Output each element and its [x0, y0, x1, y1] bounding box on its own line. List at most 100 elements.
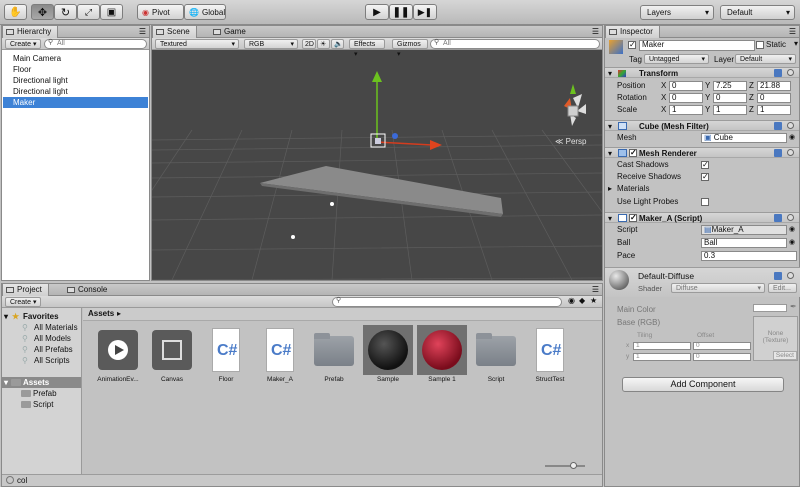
rotation-z-field[interactable]: 0: [757, 93, 791, 103]
texture-slot[interactable]: None (Texture) Select: [753, 316, 798, 361]
effects-dropdown[interactable]: Effects ▾: [349, 39, 385, 58]
move-tool-button[interactable]: ✥: [31, 4, 54, 20]
tree-all-prefabs[interactable]: ⚲ All Prefabs: [13, 344, 73, 355]
layers-dropdown[interactable]: Layers: [640, 5, 714, 20]
foldout-icon[interactable]: ▾: [608, 213, 612, 224]
script-field[interactable]: ▤Maker_A: [701, 225, 787, 235]
tab-console[interactable]: Console: [64, 284, 113, 296]
tree-prefab[interactable]: Prefab: [12, 388, 57, 399]
rect-tool-button[interactable]: ▣: [100, 4, 123, 20]
object-picker-icon[interactable]: ◉: [789, 132, 795, 143]
orientation-gizmo[interactable]: [564, 84, 586, 126]
script-enabled-checkbox[interactable]: ✓: [629, 214, 637, 222]
object-name-field[interactable]: Maker: [639, 40, 755, 51]
foldout-icon[interactable]: ▾: [608, 68, 612, 79]
rotation-x-field[interactable]: 0: [669, 93, 703, 103]
hierarchy-item-floor[interactable]: Floor: [3, 64, 148, 75]
tab-scene[interactable]: Scene: [152, 26, 197, 38]
static-dropdown-arrow[interactable]: ▾: [794, 39, 798, 48]
offset-y-field[interactable]: 0: [693, 353, 751, 361]
icon-size-slider[interactable]: [545, 465, 585, 467]
mesh-renderer-enabled-checkbox[interactable]: ✓: [629, 149, 637, 157]
object-picker-icon[interactable]: ◉: [789, 224, 795, 235]
asset-item[interactable]: Sample: [361, 325, 415, 383]
position-x-field[interactable]: 0: [669, 81, 703, 91]
position-z-field[interactable]: 21.88: [757, 81, 791, 91]
scene-viewport[interactable]: [152, 50, 602, 280]
asset-item[interactable]: Script: [469, 328, 523, 383]
static-checkbox[interactable]: [756, 41, 764, 49]
asset-item[interactable]: Sample 1: [415, 325, 469, 383]
tab-project[interactable]: Project: [2, 284, 49, 296]
filter-type-icon[interactable]: ◉: [568, 296, 575, 305]
main-color-swatch[interactable]: [753, 304, 787, 312]
tree-assets[interactable]: ▾ Assets: [2, 377, 81, 388]
hierarchy-item-directional-light-2[interactable]: Directional light: [3, 86, 148, 97]
gear-icon[interactable]: [787, 214, 794, 221]
star-filter-icon[interactable]: ★: [590, 296, 597, 305]
hierarchy-item-main-camera[interactable]: Main Camera: [3, 53, 148, 64]
pivot-toggle[interactable]: ◉ Pivot: [137, 4, 184, 20]
gear-icon[interactable]: [787, 69, 794, 76]
position-y-field[interactable]: 7.25: [713, 81, 747, 91]
tab-inspector[interactable]: Inspector: [605, 26, 660, 38]
help-icon[interactable]: [774, 122, 782, 130]
pace-field[interactable]: 0.3: [701, 251, 797, 261]
tiling-x-field[interactable]: 1: [633, 342, 691, 350]
scale-x-field[interactable]: 1: [669, 105, 703, 115]
tab-game[interactable]: Game: [210, 26, 252, 38]
rotate-tool-button[interactable]: ↻: [54, 4, 77, 20]
light-probes-checkbox[interactable]: [701, 198, 709, 206]
offset-x-field[interactable]: 0: [693, 342, 751, 350]
scale-tool-button[interactable]: ⤢: [77, 4, 100, 20]
asset-item[interactable]: Canvas: [145, 328, 199, 383]
hierarchy-search[interactable]: All: [44, 39, 147, 49]
panel-menu-icon[interactable]: ☰: [139, 27, 146, 36]
active-checkbox[interactable]: ✓: [628, 41, 636, 49]
cast-shadows-checkbox[interactable]: ✓: [701, 161, 709, 169]
lighting-toggle[interactable]: ☀: [317, 39, 330, 49]
hand-tool-button[interactable]: ✋: [4, 4, 27, 20]
panel-menu-icon[interactable]: ☰: [592, 27, 599, 36]
step-button[interactable]: ▶❚: [413, 4, 437, 20]
help-icon[interactable]: [774, 214, 782, 222]
mesh-filter-header[interactable]: ▾ Cube (Mesh Filter): [605, 120, 799, 131]
render-mode-dropdown[interactable]: RGB ▾: [244, 39, 298, 49]
tree-script[interactable]: Script: [12, 399, 53, 410]
foldout-icon[interactable]: ▾: [608, 148, 612, 159]
tag-dropdown[interactable]: Untagged ▾: [644, 54, 709, 64]
panel-menu-icon[interactable]: ☰: [789, 27, 796, 36]
object-picker-icon[interactable]: ◉: [789, 237, 795, 248]
scene-search[interactable]: All: [430, 39, 600, 49]
eyedropper-icon[interactable]: ✒: [790, 302, 797, 311]
gear-icon[interactable]: [787, 272, 794, 279]
breadcrumb-assets[interactable]: Assets: [88, 309, 114, 318]
filter-label-icon[interactable]: ◆: [579, 296, 585, 305]
shader-dropdown[interactable]: Diffuse ▾: [671, 283, 765, 293]
tiling-y-field[interactable]: 1: [633, 353, 691, 361]
global-toggle[interactable]: 🌐 Global: [184, 4, 226, 20]
help-icon[interactable]: [774, 272, 782, 280]
2d-toggle[interactable]: 2D: [302, 39, 316, 49]
layout-dropdown[interactable]: Default: [720, 5, 795, 20]
asset-item[interactable]: C# Floor: [199, 328, 253, 383]
camera-icon[interactable]: [291, 235, 295, 239]
add-component-button[interactable]: Add Component: [622, 377, 784, 392]
asset-item[interactable]: AnimationEv...: [91, 328, 145, 383]
gizmos-dropdown[interactable]: Gizmos ▾: [392, 39, 428, 58]
mesh-field[interactable]: ▣ Cube: [701, 133, 787, 143]
asset-item[interactable]: C# Maker_A: [253, 328, 307, 383]
gear-icon[interactable]: [787, 122, 794, 129]
scale-z-field[interactable]: 1: [757, 105, 791, 115]
project-create-dropdown[interactable]: Create ▾: [5, 297, 42, 307]
tab-hierarchy[interactable]: Hierarchy: [2, 26, 59, 38]
tree-all-scripts[interactable]: ⚲ All Scripts: [13, 355, 70, 366]
audio-toggle[interactable]: 🔈: [331, 39, 344, 49]
asset-item[interactable]: Prefab: [307, 328, 361, 383]
tree-favorites[interactable]: ▾ ★ Favorites: [2, 311, 59, 322]
project-search[interactable]: [332, 297, 562, 307]
panel-menu-icon[interactable]: ☰: [592, 285, 599, 294]
ball-field[interactable]: Ball: [701, 238, 787, 248]
texture-select-button[interactable]: Select: [772, 351, 797, 360]
script-header[interactable]: ▾ ✓ Maker_A (Script): [605, 212, 799, 223]
